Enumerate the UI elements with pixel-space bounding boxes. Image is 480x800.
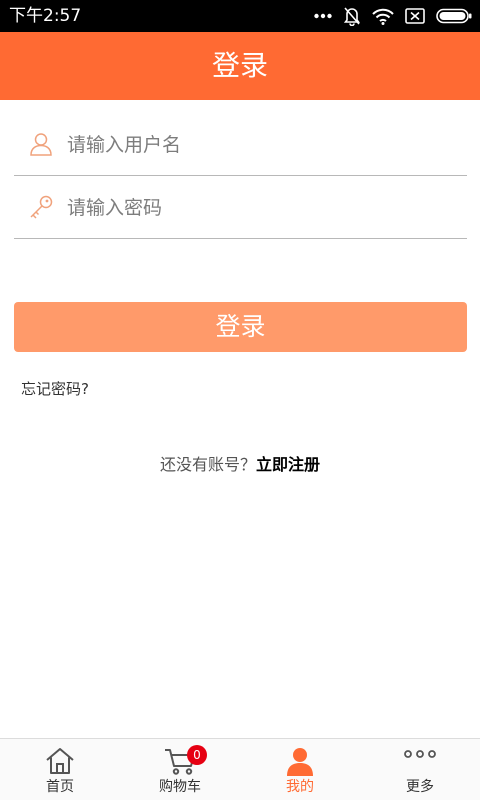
tab-more[interactable]: 更多 [360,739,480,800]
page-title: 登录 [211,49,268,82]
login-button[interactable]: 登录 [14,302,467,352]
app-header: 登录 [0,32,480,100]
bell-muted-icon [343,6,361,26]
status-bar: 下午2:57 [0,0,480,32]
tab-bar: 首页 0 购物车 我的 更多 [0,738,480,800]
register-prompt: 还没有账号？ [159,455,256,474]
password-field[interactable] [14,176,467,239]
more-icon [404,746,436,776]
username-field[interactable] [14,113,467,176]
tab-home[interactable]: 首页 [0,739,120,800]
password-input[interactable] [67,192,447,224]
status-icons [314,4,472,28]
tab-cart[interactable]: 0 购物车 [120,739,240,800]
username-input[interactable] [67,129,447,161]
tab-cart-label: 购物车 [159,779,201,795]
more-dots-icon [314,12,332,20]
home-icon [44,746,76,776]
tab-mine[interactable]: 我的 [240,739,360,800]
status-time: 下午2:57 [9,6,82,26]
wifi-icon [372,8,394,25]
cart-badge: 0 [187,745,207,765]
tab-mine-label: 我的 [286,779,314,795]
sim-disabled-icon [405,8,425,24]
tab-more-label: 更多 [406,779,434,795]
register-link[interactable]: 立即注册 [256,455,320,474]
person-icon [284,746,316,776]
register-line: 还没有账号？立即注册 [0,453,480,477]
forgot-password-link[interactable]: 忘记密码? [21,378,89,400]
battery-icon [436,8,472,24]
key-icon [28,194,54,220]
tab-home-label: 首页 [46,779,74,795]
user-icon [28,131,54,157]
